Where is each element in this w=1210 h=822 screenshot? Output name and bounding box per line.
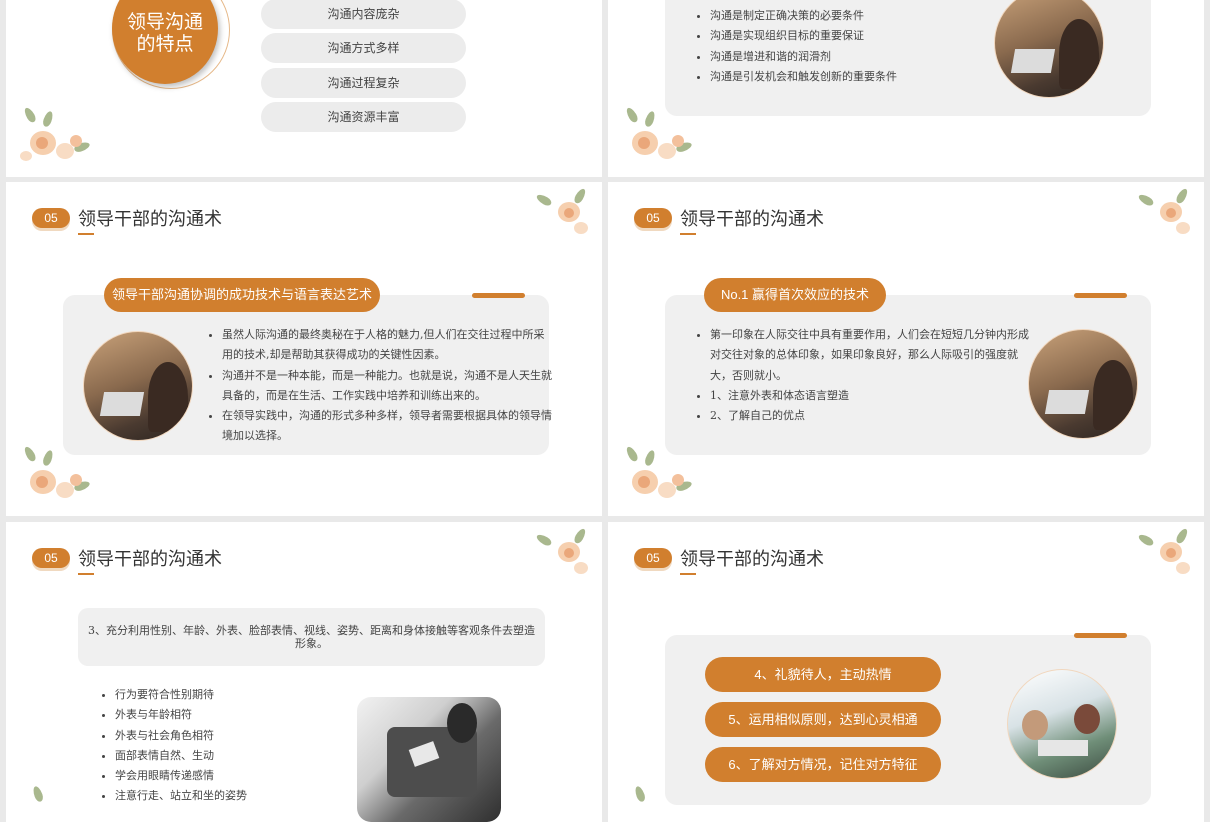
bullet-item: 沟通是增进和谐的润滑剂	[710, 47, 980, 67]
flower-decoration	[618, 105, 698, 167]
accent-bar	[1074, 633, 1127, 638]
flower-decoration	[16, 444, 96, 506]
slide-3[interactable]: 05 领导干部的沟通术 领导干部沟通协调的成功技术与语言表达艺术 虽然人际沟通的…	[6, 182, 602, 516]
bullet-item: 注意行走、站立和坐的姿势	[115, 786, 335, 806]
meeting-photo	[1028, 329, 1138, 439]
bullet-item: 2、了解自己的优点	[710, 406, 1030, 426]
topic-pill: No.1 赢得首次效应的技术	[704, 278, 886, 312]
feature-pill-3: 沟通过程复杂	[261, 68, 466, 98]
text-box-content: 3、充分利用性别、年龄、外表、脸部表情、视线、姿势、距离和身体接触等客观条件去塑…	[88, 624, 535, 650]
slide-2[interactable]: 沟通是制定正确决策的必要条件 沟通是实现组织目标的重要保证 沟通是增进和谐的润滑…	[608, 0, 1204, 177]
flower-decoration	[1137, 526, 1198, 582]
feature-pill-2: 沟通方式多样	[261, 33, 466, 63]
section-number-badge: 05	[32, 548, 70, 568]
section-number-badge: 05	[32, 208, 70, 228]
title-underline	[78, 233, 94, 235]
bullet-item: 第一印象在人际交往中具有重要作用，人们会在短短几分钟内形成对交往对象的总体印象，…	[710, 325, 1030, 386]
accent-bar	[472, 293, 525, 298]
slide-1[interactable]: 领导沟通 的特点 沟通内容庞杂 沟通方式多样 沟通过程复杂 沟通资源丰富	[6, 0, 602, 177]
bullet-list: 行为要符合性别期待 外表与年龄相符 外表与社会角色相符 面部表情自然、生动 学会…	[99, 685, 335, 807]
flower-decoration	[535, 526, 596, 582]
bullet-list: 沟通是制定正确决策的必要条件 沟通是实现组织目标的重要保证 沟通是增进和谐的润滑…	[694, 6, 980, 87]
slide-4[interactable]: 05 领导干部的沟通术 No.1 赢得首次效应的技术 第一印象在人际交往中具有重…	[608, 182, 1204, 516]
title-underline	[680, 233, 696, 235]
bullet-item: 行为要符合性别期待	[115, 685, 335, 705]
section-number-badge: 05	[634, 208, 672, 228]
bullet-item: 沟通是实现组织目标的重要保证	[710, 26, 980, 46]
flower-decoration	[535, 186, 596, 242]
flower-decoration	[16, 105, 96, 167]
feature-pill-1: 沟通内容庞杂	[261, 0, 466, 29]
bullet-item: 在领导实践中，沟通的形式多种多样，领导者需要根据具体的领导情境加以选择。	[222, 406, 552, 447]
title-underline	[680, 573, 696, 575]
slide-title: 领导干部的沟通术	[680, 209, 824, 230]
office-photo	[1007, 669, 1117, 779]
bullet-item: 外表与社会角色相符	[115, 726, 335, 746]
feature-pill-4: 沟通资源丰富	[261, 102, 466, 132]
bullet-item: 沟通并不是一种本能，而是一种能力。也就是说，沟通不是人天生就具备的，而是在生活、…	[222, 366, 552, 407]
bullet-item: 学会用眼睛传递感情	[115, 766, 335, 786]
bullet-list: 虽然人际沟通的最终奥秘在于人格的魅力,但人们在交往过程中所采用的技术,却是帮助其…	[206, 325, 552, 447]
slide-6[interactable]: 05 领导干部的沟通术 4、礼貌待人，主动热情 5、运用相似原则，达到心灵相通 …	[608, 522, 1204, 822]
section-number-badge: 05	[634, 548, 672, 568]
bullet-item: 外表与年龄相符	[115, 705, 335, 725]
flower-decoration	[618, 444, 698, 506]
circle-title-line1: 领导沟通	[126, 11, 203, 33]
slide-title: 领导干部的沟通术	[680, 549, 824, 570]
meeting-photo	[83, 331, 193, 441]
bullet-item: 1、注意外表和体态语言塑造	[710, 386, 1030, 406]
slide-title: 领导干部的沟通术	[78, 549, 222, 570]
tip-pill-4: 4、礼貌待人，主动热情	[705, 657, 941, 692]
bullet-list: 第一印象在人际交往中具有重要作用，人们会在短短几分钟内形成对交往对象的总体印象，…	[694, 325, 1030, 426]
bullet-item: 虽然人际沟通的最终奥秘在于人格的魅力,但人们在交往过程中所采用的技术,却是帮助其…	[222, 325, 552, 366]
text-box: 3、充分利用性别、年龄、外表、脸部表情、视线、姿势、距离和身体接触等客观条件去塑…	[78, 608, 545, 666]
slide-title: 领导干部的沟通术	[78, 209, 222, 230]
accent-bar	[1074, 293, 1127, 298]
tip-pill-6: 6、了解对方情况，记住对方特征	[705, 747, 941, 782]
flower-decoration	[16, 784, 76, 822]
flower-decoration	[1137, 186, 1198, 242]
bullet-item: 面部表情自然、生动	[115, 746, 335, 766]
title-underline	[78, 573, 94, 575]
slide-5[interactable]: 05 领导干部的沟通术 3、充分利用性别、年龄、外表、脸部表情、视线、姿势、距离…	[6, 522, 602, 822]
bullet-item: 沟通是制定正确决策的必要条件	[710, 6, 980, 26]
bullet-item: 沟通是引发机会和触发创新的重要条件	[710, 67, 980, 87]
circle-title-line2: 的特点	[136, 33, 194, 55]
flower-decoration	[618, 784, 678, 822]
topic-pill: 领导干部沟通协调的成功技术与语言表达艺术	[104, 278, 380, 312]
business-meeting-photo	[357, 697, 501, 822]
tip-pill-5: 5、运用相似原则，达到心灵相通	[705, 702, 941, 737]
